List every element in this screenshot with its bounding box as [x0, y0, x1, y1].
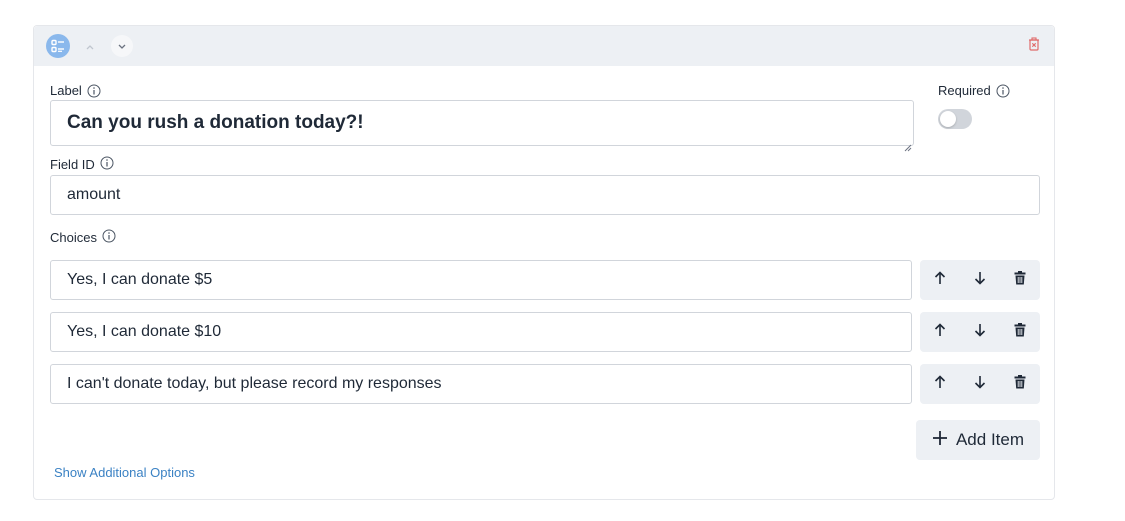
- trash-icon: [1014, 322, 1026, 342]
- add-item-button[interactable]: Add Item: [916, 420, 1040, 460]
- card-header: [34, 26, 1054, 66]
- field-id-input[interactable]: amount: [50, 175, 1040, 215]
- label-field-label: Label: [50, 83, 101, 98]
- delete-choice-button[interactable]: [1005, 369, 1035, 399]
- choice-value: Yes, I can donate $5: [67, 271, 213, 288]
- choice-actions: [920, 260, 1040, 300]
- required-toggle[interactable]: [938, 109, 972, 129]
- label-value: Can you rush a donation today?!: [67, 112, 364, 133]
- info-icon[interactable]: [100, 156, 114, 170]
- arrow-down-icon: [974, 271, 986, 290]
- required-title: Required: [938, 83, 991, 98]
- delete-field-button[interactable]: [1026, 36, 1042, 56]
- trash-icon: [1014, 374, 1026, 394]
- move-choice-up-button[interactable]: [925, 317, 955, 347]
- show-additional-options-link[interactable]: Show Additional Options: [54, 465, 195, 480]
- resize-handle-icon[interactable]: [904, 136, 912, 152]
- field-editor-card: Label Can you rush a donation today?! Re…: [33, 25, 1055, 500]
- label-input[interactable]: Can you rush a donation today?!: [50, 100, 914, 152]
- trash-icon: [1028, 36, 1040, 56]
- chevron-up-icon: [86, 37, 94, 55]
- choice-value: I can't donate today, but please record …: [67, 375, 442, 392]
- field-id-title: Field ID: [50, 157, 95, 172]
- choice-input[interactable]: Yes, I can donate $10: [50, 312, 912, 352]
- field-id-value: amount: [67, 186, 121, 203]
- arrow-up-icon: [934, 322, 946, 342]
- arrow-down-icon: [974, 375, 986, 394]
- info-icon[interactable]: [102, 229, 116, 243]
- trash-icon: [1014, 270, 1026, 290]
- required-field-label: Required: [938, 83, 1010, 98]
- move-up-button[interactable]: [79, 35, 101, 57]
- chevron-down-icon: [118, 37, 126, 55]
- arrow-down-icon: [974, 323, 986, 342]
- move-choice-down-button[interactable]: [965, 265, 995, 295]
- info-icon[interactable]: [996, 84, 1010, 98]
- choice-input[interactable]: Yes, I can donate $5: [50, 260, 912, 300]
- arrow-up-icon: [934, 270, 946, 290]
- choices-label: Choices: [50, 229, 116, 245]
- label-title: Label: [50, 83, 82, 98]
- move-choice-down-button[interactable]: [965, 317, 995, 347]
- toggle-knob: [940, 111, 956, 127]
- move-choice-up-button[interactable]: [925, 369, 955, 399]
- choice-actions: [920, 364, 1040, 404]
- move-choice-up-button[interactable]: [925, 265, 955, 295]
- choices-title: Choices: [50, 230, 97, 245]
- arrow-up-icon: [934, 374, 946, 394]
- add-item-label: Add Item: [955, 430, 1025, 449]
- info-icon[interactable]: [87, 84, 101, 98]
- choice-value: Yes, I can donate $10: [67, 323, 222, 340]
- plus-icon: [932, 430, 948, 451]
- choice-input[interactable]: I can't donate today, but please record …: [50, 364, 912, 404]
- choice-actions: [920, 312, 1040, 352]
- move-down-button[interactable]: [111, 35, 133, 57]
- move-choice-down-button[interactable]: [965, 369, 995, 399]
- delete-choice-button[interactable]: [1005, 265, 1035, 295]
- field-id-label: Field ID: [50, 156, 114, 172]
- delete-choice-button[interactable]: [1005, 317, 1035, 347]
- list-icon[interactable]: [46, 34, 70, 58]
